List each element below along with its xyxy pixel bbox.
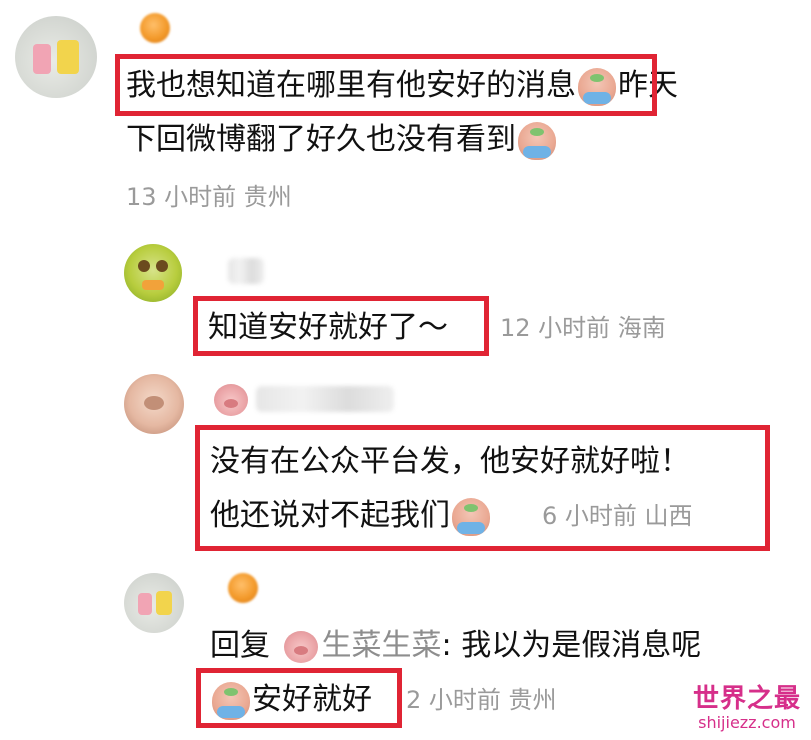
reply-body: : 我以为是假消息呢: [441, 628, 702, 663]
pig-emoji-icon: [214, 384, 248, 416]
pig-emoji-icon: [283, 630, 318, 663]
avatar[interactable]: [15, 16, 97, 98]
orange-badge-icon: [228, 573, 258, 603]
comment-text: 下回微博翻了好久也没有看到: [126, 118, 558, 162]
avatar[interactable]: [124, 244, 182, 302]
nickname-blurred[interactable]: [228, 258, 264, 284]
reply-text: 回复 生菜生菜: 我以为是假消息呢: [210, 624, 701, 668]
highlight-box: [196, 668, 402, 728]
comment-meta: 12 小时前 海南: [500, 314, 666, 342]
reply-prefix: 回复: [210, 628, 270, 663]
nickname-blurred[interactable]: [256, 386, 394, 412]
watermark: 世界之最 shijiezz.com: [693, 684, 801, 732]
orange-badge-icon: [140, 13, 170, 43]
avatar[interactable]: [124, 374, 184, 434]
highlight-box: [193, 296, 489, 356]
avatar[interactable]: [124, 573, 184, 633]
highlight-box: [195, 425, 770, 551]
comment-line: 下回微博翻了好久也没有看到: [126, 122, 516, 157]
comment-meta: 2 小时前 贵州: [406, 686, 557, 714]
comment-meta: 13 小时前 贵州: [126, 183, 292, 211]
highlight-box: [115, 54, 657, 116]
watermark-url: shijiezz.com: [698, 713, 796, 732]
reply-username[interactable]: 生菜生菜: [322, 628, 442, 663]
watermark-title: 世界之最: [692, 684, 801, 714]
crying-emoji-icon: [518, 121, 556, 160]
